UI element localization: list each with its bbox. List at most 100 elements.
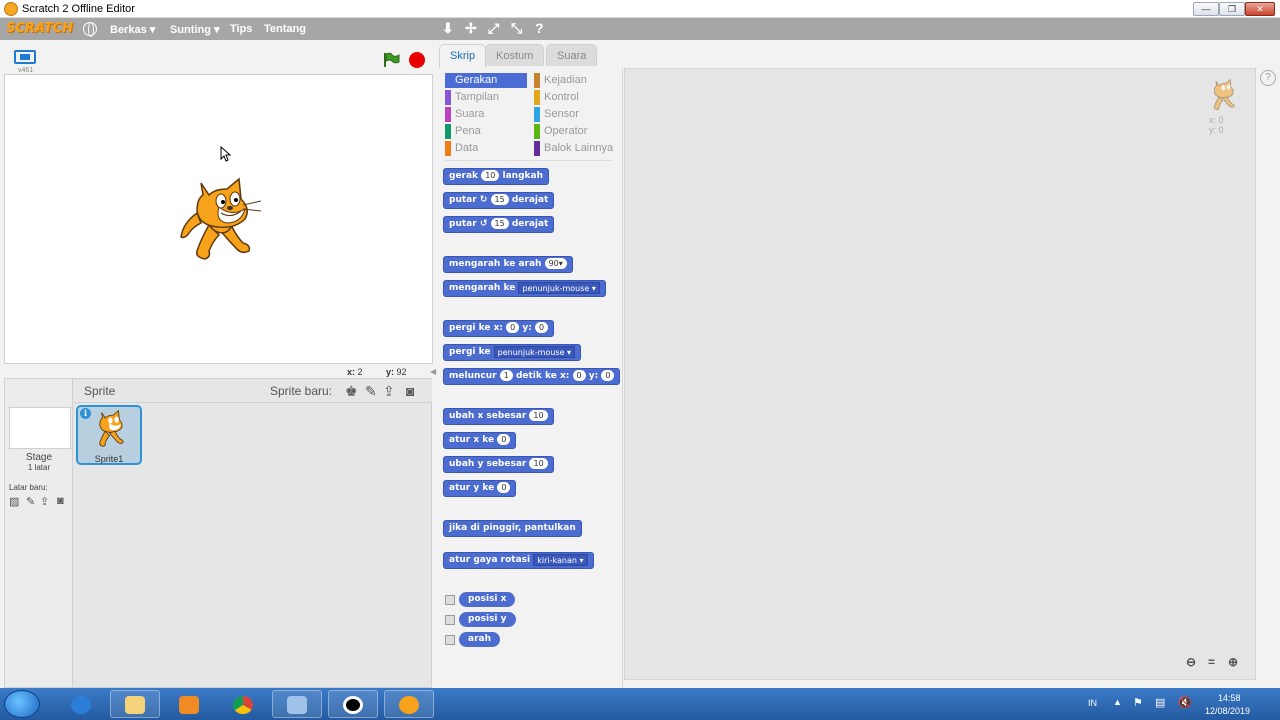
- block-input[interactable]: 15: [490, 194, 509, 205]
- block-input[interactable]: 0: [572, 370, 586, 381]
- sprite-cat-icon[interactable]: [175, 177, 265, 263]
- category-pen[interactable]: Pena: [445, 124, 527, 139]
- clock-date[interactable]: 12/08/2019: [1205, 706, 1250, 716]
- category-more-blocks[interactable]: Balok Lainnya: [534, 141, 616, 156]
- category-events[interactable]: Kejadian: [534, 73, 616, 88]
- duplicate-stamp-icon[interactable]: ⬇: [442, 20, 454, 37]
- checkbox-direction[interactable]: [445, 635, 455, 645]
- camera-sprite-icon[interactable]: ◙: [406, 383, 414, 399]
- stage-canvas[interactable]: [4, 74, 433, 364]
- block-point-towards[interactable]: mengarah ke penunjuk-mouse ▾: [443, 280, 606, 297]
- delete-cut-icon[interactable]: ✢: [465, 20, 477, 37]
- checkbox-y-position[interactable]: [445, 615, 455, 625]
- menu-edit[interactable]: Sunting ▾: [170, 23, 220, 36]
- block-input[interactable]: 0: [497, 482, 511, 493]
- taskbar-explorer[interactable]: [110, 690, 160, 718]
- category-operators[interactable]: Operator: [534, 124, 616, 139]
- stage-thumbnail[interactable]: [9, 407, 71, 449]
- menu-tips[interactable]: Tips: [230, 23, 252, 35]
- category-looks[interactable]: Tampilan: [445, 90, 527, 105]
- tab-scripts[interactable]: Skrip: [439, 44, 487, 69]
- paint-sprite-icon[interactable]: ✎: [365, 383, 377, 400]
- help-icon[interactable]: ?: [1260, 70, 1276, 86]
- taskbar-ie[interactable]: [56, 690, 106, 718]
- block-text: mengarah ke: [449, 283, 516, 293]
- block-change-y[interactable]: ubah y sebesar 10: [443, 456, 554, 473]
- block-set-rotation-style[interactable]: atur gaya rotasi kiri-kanan ▾: [443, 552, 594, 569]
- menu-file[interactable]: Berkas ▾: [110, 23, 155, 36]
- action-center-icon[interactable]: ⚑: [1133, 696, 1143, 709]
- shrink-icon[interactable]: ⤡: [511, 20, 522, 37]
- block-input[interactable]: 10: [529, 410, 548, 421]
- category-sensing[interactable]: Sensor: [534, 107, 616, 122]
- block-go-to[interactable]: pergi ke penunjuk-mouse ▾: [443, 344, 582, 361]
- category-control[interactable]: Kontrol: [534, 90, 616, 105]
- sprite-thumbnail[interactable]: i Sprite1: [76, 405, 142, 465]
- upload-backdrop-icon[interactable]: ⇪: [40, 495, 49, 508]
- block-glide[interactable]: meluncur 1 detik ke x: 0 y: 0: [443, 368, 621, 385]
- language-globe-icon[interactable]: [83, 22, 97, 37]
- tab-sounds[interactable]: Suara: [546, 44, 598, 66]
- language-indicator[interactable]: IN: [1088, 698, 1097, 708]
- show-hidden-icons-icon[interactable]: ▲: [1113, 697, 1122, 707]
- block-help-icon[interactable]: ?: [535, 20, 544, 36]
- upload-sprite-icon[interactable]: ⇪: [383, 383, 395, 400]
- block-bounce-on-edge[interactable]: jika di pinggir, pantulkan: [443, 520, 582, 537]
- zoom-in-icon[interactable]: ⊕: [1228, 655, 1238, 669]
- maximize-button[interactable]: ❐: [1219, 2, 1245, 16]
- block-input[interactable]: 0: [497, 434, 511, 445]
- block-turn-left[interactable]: putar ↺ 15 derajat: [443, 216, 555, 233]
- stop-icon[interactable]: [409, 52, 425, 68]
- start-button[interactable]: [4, 690, 40, 718]
- block-set-x[interactable]: atur x ke 0: [443, 432, 517, 449]
- taskbar-control-panel[interactable]: [272, 690, 322, 718]
- block-set-y[interactable]: atur y ke 0: [443, 480, 517, 497]
- scratch-logo[interactable]: SCRATCH: [6, 21, 73, 36]
- sprite-library-icon[interactable]: ♚: [345, 383, 358, 400]
- block-dropdown[interactable]: penunjuk-mouse ▾: [518, 281, 600, 294]
- block-dropdown[interactable]: kiri-kanan ▾: [533, 553, 588, 566]
- scripts-area[interactable]: [624, 68, 1256, 680]
- grow-icon[interactable]: ⤢: [488, 20, 499, 37]
- backdrop-library-icon[interactable]: ▨: [9, 495, 19, 508]
- block-go-to-xy[interactable]: pergi ke x: 0 y: 0: [443, 320, 555, 337]
- block-turn-right[interactable]: putar ↻ 15 derajat: [443, 192, 555, 209]
- paint-backdrop-icon[interactable]: ✎: [26, 495, 35, 508]
- block-input[interactable]: 1: [499, 370, 513, 381]
- camera-backdrop-icon[interactable]: ◙: [57, 495, 64, 507]
- presentation-mode-icon[interactable]: [14, 50, 36, 64]
- reporter-direction[interactable]: arah: [459, 632, 500, 647]
- reporter-x-position[interactable]: posisi x: [459, 592, 516, 607]
- taskbar-recorder[interactable]: [328, 690, 378, 718]
- category-motion[interactable]: Gerakan: [445, 73, 527, 88]
- checkbox-x-position[interactable]: [445, 595, 455, 605]
- collapse-arrow-icon[interactable]: ◀: [430, 367, 436, 376]
- minimize-button[interactable]: —: [1193, 2, 1219, 16]
- reporter-y-position[interactable]: posisi y: [459, 612, 516, 627]
- block-input[interactable]: 0: [601, 370, 615, 381]
- taskbar-media[interactable]: [164, 690, 214, 718]
- green-flag-icon[interactable]: [382, 52, 400, 68]
- taskbar-chrome[interactable]: [218, 690, 268, 718]
- category-data[interactable]: Data: [445, 141, 527, 156]
- zoom-out-icon[interactable]: ⊖: [1186, 655, 1196, 669]
- taskbar-scratch[interactable]: [384, 690, 434, 718]
- block-dropdown[interactable]: penunjuk-mouse ▾: [493, 345, 576, 358]
- block-move-steps[interactable]: gerak 10 langkah: [443, 168, 549, 185]
- clock-time[interactable]: 14:58: [1218, 693, 1241, 703]
- block-input[interactable]: 15: [490, 218, 509, 229]
- menu-about[interactable]: Tentang: [264, 23, 306, 35]
- block-point-in-direction[interactable]: mengarah ke arah 90▾: [443, 256, 573, 273]
- tab-costumes[interactable]: Kostum: [485, 44, 545, 66]
- block-input[interactable]: 10: [481, 170, 500, 181]
- block-input[interactable]: 10: [529, 458, 548, 469]
- block-input[interactable]: 0: [535, 322, 549, 333]
- zoom-reset-button[interactable]: =: [1208, 655, 1215, 669]
- category-sound[interactable]: Suara: [445, 107, 527, 122]
- block-change-x[interactable]: ubah x sebesar 10: [443, 408, 554, 425]
- block-input[interactable]: 90▾: [544, 258, 567, 269]
- volume-muted-icon[interactable]: 🔇: [1178, 696, 1192, 709]
- network-icon[interactable]: ▤: [1155, 696, 1165, 709]
- block-input[interactable]: 0: [506, 322, 520, 333]
- close-button[interactable]: ✕: [1245, 2, 1275, 16]
